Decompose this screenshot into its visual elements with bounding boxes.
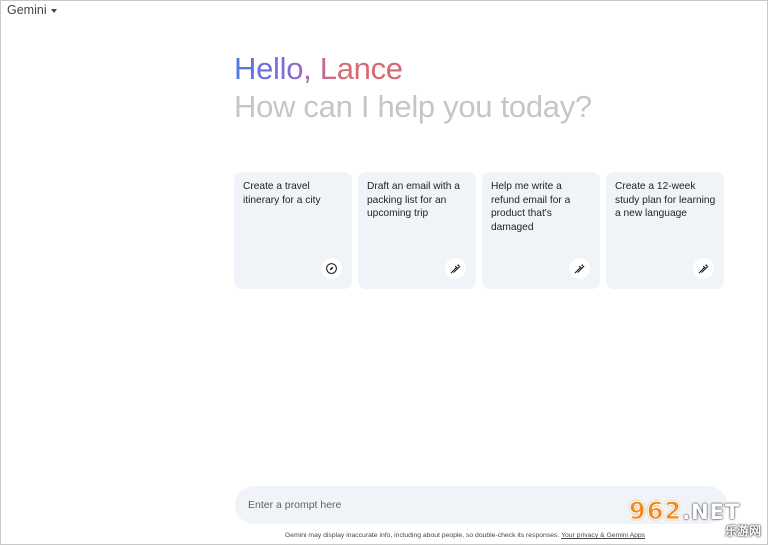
app-window: Gemini Hello, Lance How can I help you t… — [0, 0, 768, 545]
suggestion-cards: Create a travel itinerary for a city Dra… — [234, 172, 724, 289]
app-title: Gemini — [7, 3, 47, 17]
greeting-subtitle: How can I help you today? — [234, 89, 592, 124]
watermark-logo: 962.NET 乐游网 — [628, 494, 765, 542]
suggestion-card[interactable]: Create a travel itinerary for a city — [234, 172, 352, 289]
watermark-subtitle: 乐游网 — [724, 523, 761, 538]
suggestion-card-text: Help me write a refund email for a produ… — [491, 181, 571, 233]
suggestion-card[interactable]: Create a 12-week study plan for learning… — [606, 172, 724, 289]
edit-sparkle-icon — [569, 258, 590, 279]
disclaimer-text: Gemini may display inaccurate info, incl… — [285, 532, 562, 539]
compass-icon — [321, 258, 342, 279]
edit-sparkle-icon — [693, 258, 714, 279]
suggestion-card-text: Create a travel itinerary for a city — [243, 181, 321, 206]
watermark-brand: 962.NET — [628, 496, 741, 525]
disclaimer: Gemini may display inaccurate info, incl… — [285, 532, 645, 539]
caret-down-icon — [50, 8, 57, 13]
suggestion-card[interactable]: Draft an email with a packing list for a… — [358, 172, 476, 289]
edit-sparkle-icon — [445, 258, 466, 279]
prompt-input[interactable] — [248, 499, 608, 511]
suggestion-card[interactable]: Help me write a refund email for a produ… — [482, 172, 600, 289]
greeting-hello: Hello, Lance — [234, 51, 403, 86]
suggestion-card-text: Draft an email with a packing list for a… — [367, 181, 460, 219]
suggestion-card-text: Create a 12-week study plan for learning… — [615, 181, 716, 219]
greeting: Hello, Lance How can I help you today? — [234, 51, 734, 125]
model-selector[interactable]: Gemini — [7, 3, 57, 17]
